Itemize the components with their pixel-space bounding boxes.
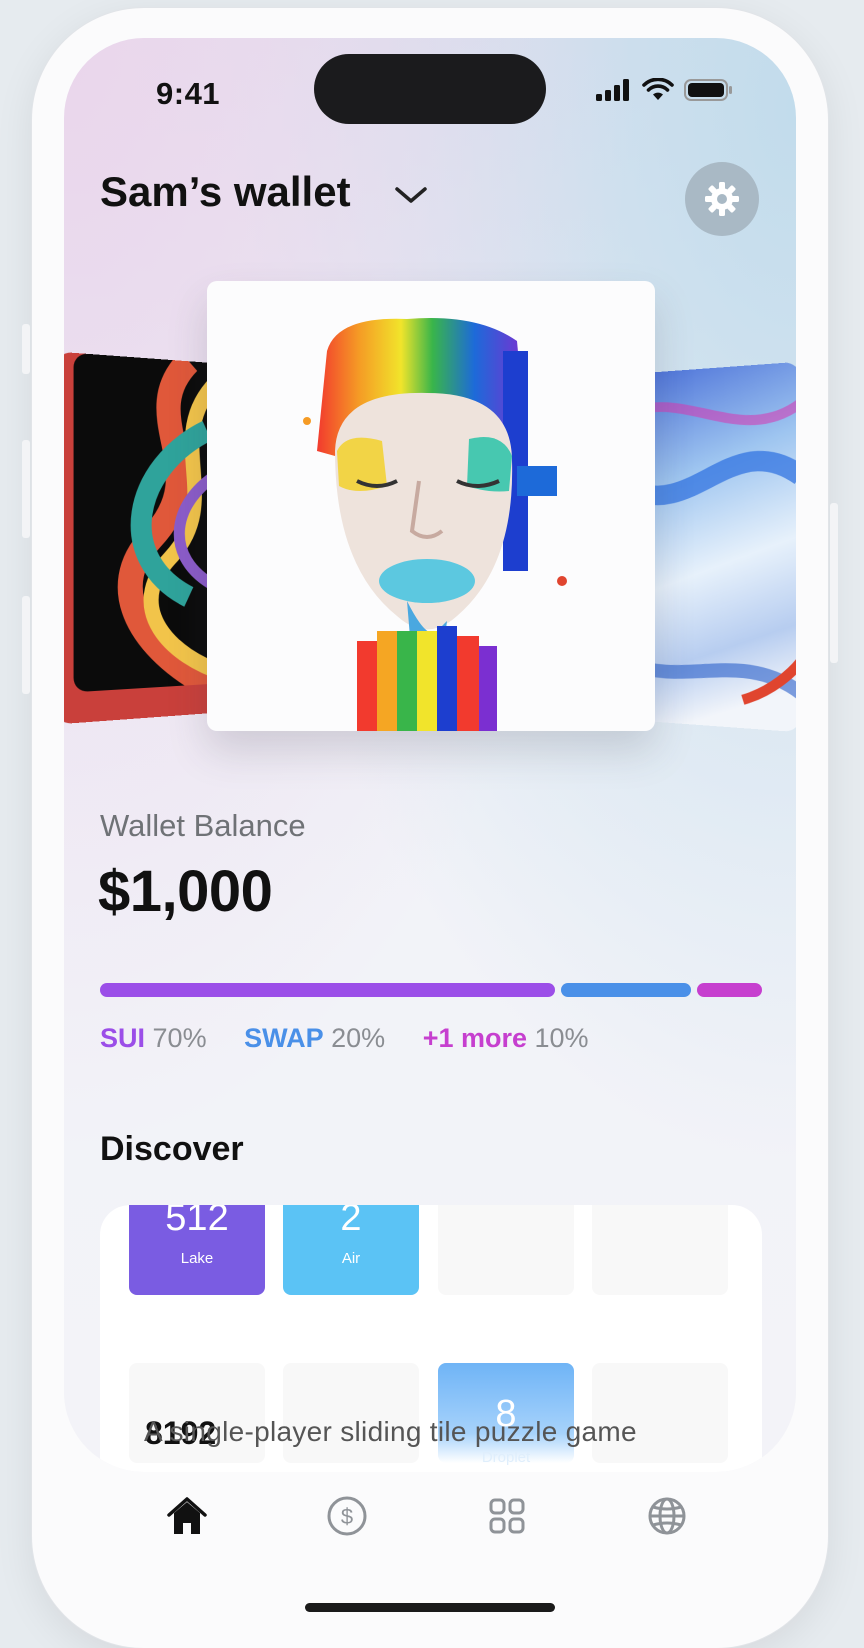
allocation-legend: SUI 70% SWAP 20% +1 more 10% [100, 1023, 619, 1054]
nft-card-featured[interactable] [207, 281, 655, 731]
tab-bar: $ [64, 1472, 796, 1572]
bar-segment-swap [561, 983, 691, 997]
legend-sui-name: SUI [100, 1023, 146, 1053]
battery-icon [684, 79, 732, 101]
dollar-icon: $ [327, 1496, 367, 1536]
dynamic-island [314, 54, 546, 124]
tile-number: 512 [165, 1205, 229, 1239]
svg-text:$: $ [341, 1504, 353, 1529]
cellular-signal-icon [596, 79, 629, 101]
bar-segment-more [697, 983, 762, 997]
empty-tile [592, 1363, 728, 1463]
game-tile: 8 Droplet [438, 1363, 574, 1466]
settings-button[interactable] [685, 162, 759, 236]
tile-number: 2 [340, 1205, 362, 1239]
tab-home[interactable] [165, 1494, 209, 1538]
legend-more[interactable]: +1 more 10% [423, 1023, 589, 1053]
action-button [22, 324, 30, 374]
legend-swap: SWAP 20% [244, 1023, 385, 1053]
balance-value: $1,000 [98, 859, 273, 924]
home-icon [167, 1497, 207, 1534]
game-description: A single-player sliding tile puzzle game [144, 1416, 637, 1447]
nft-card-right[interactable] [631, 361, 796, 733]
nft-image-featured [303, 317, 567, 731]
legend-sui-percent: 70% [152, 1023, 207, 1053]
status-icons [596, 78, 734, 102]
legend-swap-percent: 20% [331, 1023, 386, 1053]
wifi-icon [642, 78, 674, 100]
tab-dollar[interactable]: $ [325, 1494, 369, 1538]
legend-more-name[interactable]: +1 more [423, 1023, 527, 1053]
nft-image-left [73, 352, 225, 693]
apps-icon [489, 1498, 525, 1534]
legend-sui: SUI 70% [100, 1023, 207, 1053]
volume-up-button [22, 440, 30, 538]
status-time: 9:41 [156, 76, 221, 111]
tab-explore[interactable] [645, 1494, 689, 1538]
bar-segment-sui [100, 983, 555, 997]
wallet-name[interactable]: Sam’s wallet [100, 168, 351, 216]
home-indicator [305, 1603, 555, 1612]
status-bar: 9:41 [64, 38, 796, 138]
power-button [830, 503, 838, 663]
globe-icon [648, 1497, 686, 1535]
tile-label: Lake [180, 1250, 214, 1267]
legend-swap-name: SWAP [244, 1023, 324, 1053]
nft-card-left[interactable] [64, 351, 227, 725]
game-tile: 8192 [129, 1363, 265, 1463]
empty-tile [283, 1363, 419, 1463]
empty-tile [438, 1205, 574, 1295]
volume-down-button [22, 596, 30, 694]
gear-icon [705, 182, 739, 216]
app-screen: 9:41 Sam’s wallet Wallet Balance $1,000 … [64, 38, 796, 1472]
tile-label: Droplet [481, 1449, 531, 1466]
game-tile: 2 Air [283, 1205, 419, 1295]
tab-apps[interactable] [485, 1494, 529, 1538]
tile-label: Air [341, 1250, 361, 1267]
discover-heading: Discover [100, 1130, 244, 1168]
chevron-down-icon[interactable] [394, 184, 428, 206]
game-tile: 512 Lake [129, 1205, 265, 1295]
empty-tile [592, 1205, 728, 1295]
balance-label: Wallet Balance [100, 808, 306, 843]
legend-more-percent: 10% [534, 1023, 589, 1053]
